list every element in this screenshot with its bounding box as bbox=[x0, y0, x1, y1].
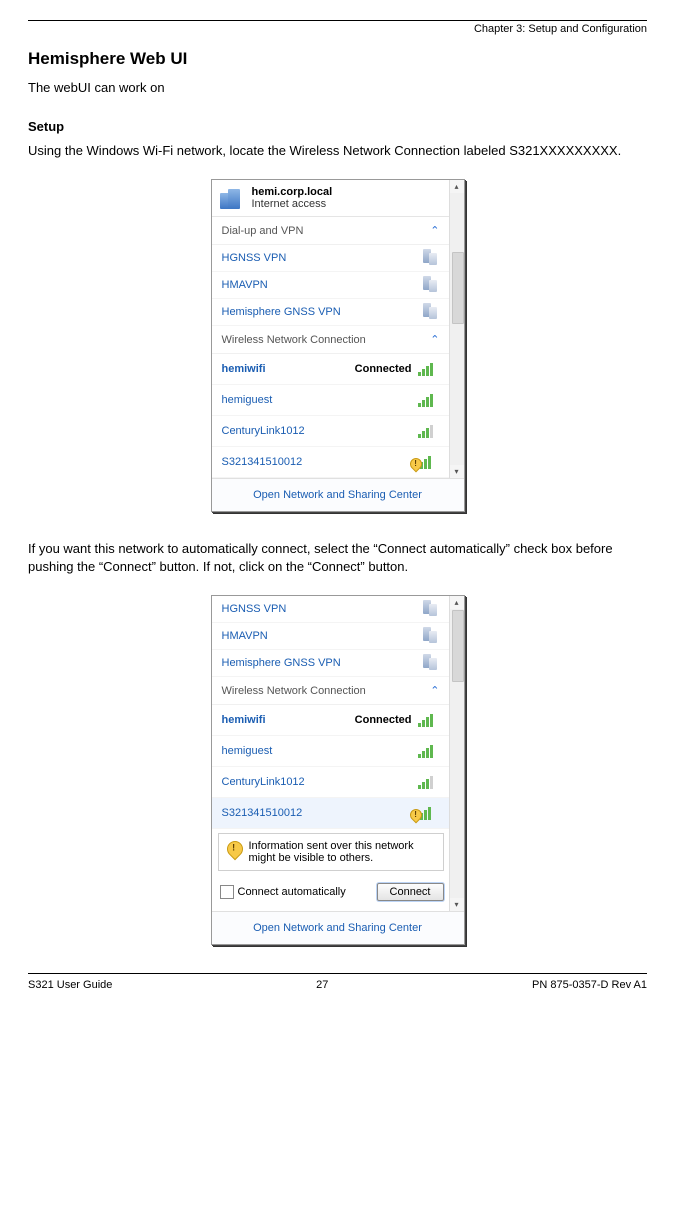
scroll-down-icon[interactable]: ▾ bbox=[450, 898, 464, 911]
page-title: Hemisphere Web UI bbox=[28, 49, 647, 69]
page-top-rule bbox=[28, 20, 647, 21]
scroll-up-icon[interactable]: ▴ bbox=[450, 596, 464, 609]
figure-2: ▴ ▾ HGNSS VPN HMAVPN Hemisphere GNSS VPN… bbox=[28, 595, 647, 945]
shield-warning-icon bbox=[223, 838, 246, 861]
wifi-name: CenturyLink1012 bbox=[222, 776, 305, 788]
connection-icon bbox=[420, 276, 440, 294]
wifi-name: CenturyLink1012 bbox=[222, 425, 305, 437]
wireless-section-label: Wireless Network Connection bbox=[222, 685, 366, 697]
vpn-label: Hemisphere GNSS VPN bbox=[222, 657, 341, 669]
panel-footer: Open Network and Sharing Center bbox=[212, 911, 464, 944]
connect-auto-checkbox[interactable]: Connect automatically bbox=[220, 885, 346, 899]
checkbox-box bbox=[220, 885, 234, 899]
signal-bars-icon bbox=[418, 362, 440, 376]
connection-icon bbox=[420, 654, 440, 672]
vpn-item[interactable]: HMAVPN bbox=[212, 623, 464, 650]
scrollbar[interactable]: ▴ ▾ bbox=[449, 596, 464, 911]
connection-icon bbox=[420, 249, 440, 267]
scroll-thumb[interactable] bbox=[452, 252, 464, 324]
scrollbar[interactable]: ▴ ▾ bbox=[449, 180, 464, 478]
wifi-name: hemiguest bbox=[222, 394, 273, 406]
wifi-name: S321341510012 bbox=[222, 456, 303, 468]
network-flyout-1: ▴ ▾ hemi.corp.local Internet access Dial… bbox=[211, 179, 465, 512]
page-footer: S321 User Guide 27 PN 875-0357-D Rev A1 bbox=[28, 973, 647, 991]
security-warning-box: Information sent over this network might… bbox=[218, 833, 444, 871]
connect-auto-label: Connect automatically bbox=[238, 886, 346, 898]
figure-1: ▴ ▾ hemi.corp.local Internet access Dial… bbox=[28, 179, 647, 512]
wifi-item[interactable]: S321341510012 bbox=[212, 447, 464, 478]
wifi-item[interactable]: CenturyLink1012 bbox=[212, 416, 464, 447]
wifi-item[interactable]: hemiguest bbox=[212, 385, 464, 416]
wifi-item[interactable]: hemiwifi Connected bbox=[212, 705, 464, 736]
signal-bars-icon bbox=[418, 744, 440, 758]
wifi-item[interactable]: hemiguest bbox=[212, 736, 464, 767]
intro-text: The webUI can work on bbox=[28, 79, 647, 97]
vpn-item[interactable]: HGNSS VPN bbox=[212, 245, 464, 272]
footer-page-number: 27 bbox=[316, 979, 328, 991]
connection-icon bbox=[420, 600, 440, 618]
panel-footer: Open Network and Sharing Center bbox=[212, 478, 464, 511]
server-icon bbox=[220, 187, 246, 209]
connection-icon bbox=[420, 303, 440, 321]
wifi-name: hemiwifi bbox=[222, 363, 266, 375]
footer-right: PN 875-0357-D Rev A1 bbox=[532, 979, 647, 991]
chevron-up-icon: ⌃ bbox=[430, 333, 439, 346]
wifi-name: hemiguest bbox=[222, 745, 273, 757]
vpn-item[interactable]: Hemisphere GNSS VPN bbox=[212, 650, 464, 677]
scroll-up-icon[interactable]: ▴ bbox=[450, 180, 464, 193]
dialup-section-label: Dial-up and VPN bbox=[222, 225, 304, 237]
wifi-item[interactable]: CenturyLink1012 bbox=[212, 767, 464, 798]
connection-icon bbox=[420, 627, 440, 645]
footer-left: S321 User Guide bbox=[28, 979, 112, 991]
signal-bars-icon bbox=[418, 424, 440, 438]
vpn-label: HMAVPN bbox=[222, 630, 268, 642]
wifi-item-selected[interactable]: S321341510012 bbox=[212, 798, 464, 829]
wifi-name: S321341510012 bbox=[222, 807, 303, 819]
setup-heading: Setup bbox=[28, 119, 647, 134]
vpn-item[interactable]: HGNSS VPN bbox=[212, 596, 464, 623]
connect-button[interactable]: Connect bbox=[377, 883, 444, 901]
chevron-up-icon: ⌃ bbox=[430, 684, 439, 697]
wifi-status: Connected bbox=[355, 714, 412, 726]
signal-bars-warning-icon bbox=[416, 455, 440, 469]
vpn-item[interactable]: HMAVPN bbox=[212, 272, 464, 299]
vpn-label: HGNSS VPN bbox=[222, 603, 287, 615]
current-network-header: hemi.corp.local Internet access bbox=[212, 180, 464, 217]
chevron-up-icon: ⌃ bbox=[430, 224, 439, 237]
wifi-name: hemiwifi bbox=[222, 714, 266, 726]
vpn-label: HGNSS VPN bbox=[222, 252, 287, 264]
signal-bars-warning-icon bbox=[416, 806, 440, 820]
open-network-center-link[interactable]: Open Network and Sharing Center bbox=[253, 489, 422, 501]
vpn-item[interactable]: Hemisphere GNSS VPN bbox=[212, 299, 464, 326]
security-warning-text: Information sent over this network might… bbox=[249, 840, 435, 864]
signal-bars-icon bbox=[418, 393, 440, 407]
wireless-section-label: Wireless Network Connection bbox=[222, 334, 366, 346]
host-name: hemi.corp.local bbox=[252, 186, 333, 198]
mid-text: If you want this network to automaticall… bbox=[28, 540, 647, 575]
wireless-section-header[interactable]: Wireless Network Connection ⌃ bbox=[212, 677, 464, 705]
setup-text: Using the Windows Wi-Fi network, locate … bbox=[28, 142, 647, 160]
open-network-center-link[interactable]: Open Network and Sharing Center bbox=[253, 922, 422, 934]
chapter-heading: Chapter 3: Setup and Configuration bbox=[28, 23, 647, 35]
wifi-item[interactable]: hemiwifi Connected bbox=[212, 354, 464, 385]
scroll-thumb[interactable] bbox=[452, 610, 464, 682]
network-flyout-2: ▴ ▾ HGNSS VPN HMAVPN Hemisphere GNSS VPN… bbox=[211, 595, 465, 945]
signal-bars-icon bbox=[418, 713, 440, 727]
vpn-label: Hemisphere GNSS VPN bbox=[222, 306, 341, 318]
wireless-section-header[interactable]: Wireless Network Connection ⌃ bbox=[212, 326, 464, 354]
vpn-label: HMAVPN bbox=[222, 279, 268, 291]
wifi-status: Connected bbox=[355, 363, 412, 375]
scroll-down-icon[interactable]: ▾ bbox=[450, 465, 464, 478]
dialup-section-header[interactable]: Dial-up and VPN ⌃ bbox=[212, 217, 464, 245]
host-status: Internet access bbox=[252, 198, 333, 210]
connect-row: Connect automatically Connect bbox=[212, 877, 464, 911]
signal-bars-icon bbox=[418, 775, 440, 789]
